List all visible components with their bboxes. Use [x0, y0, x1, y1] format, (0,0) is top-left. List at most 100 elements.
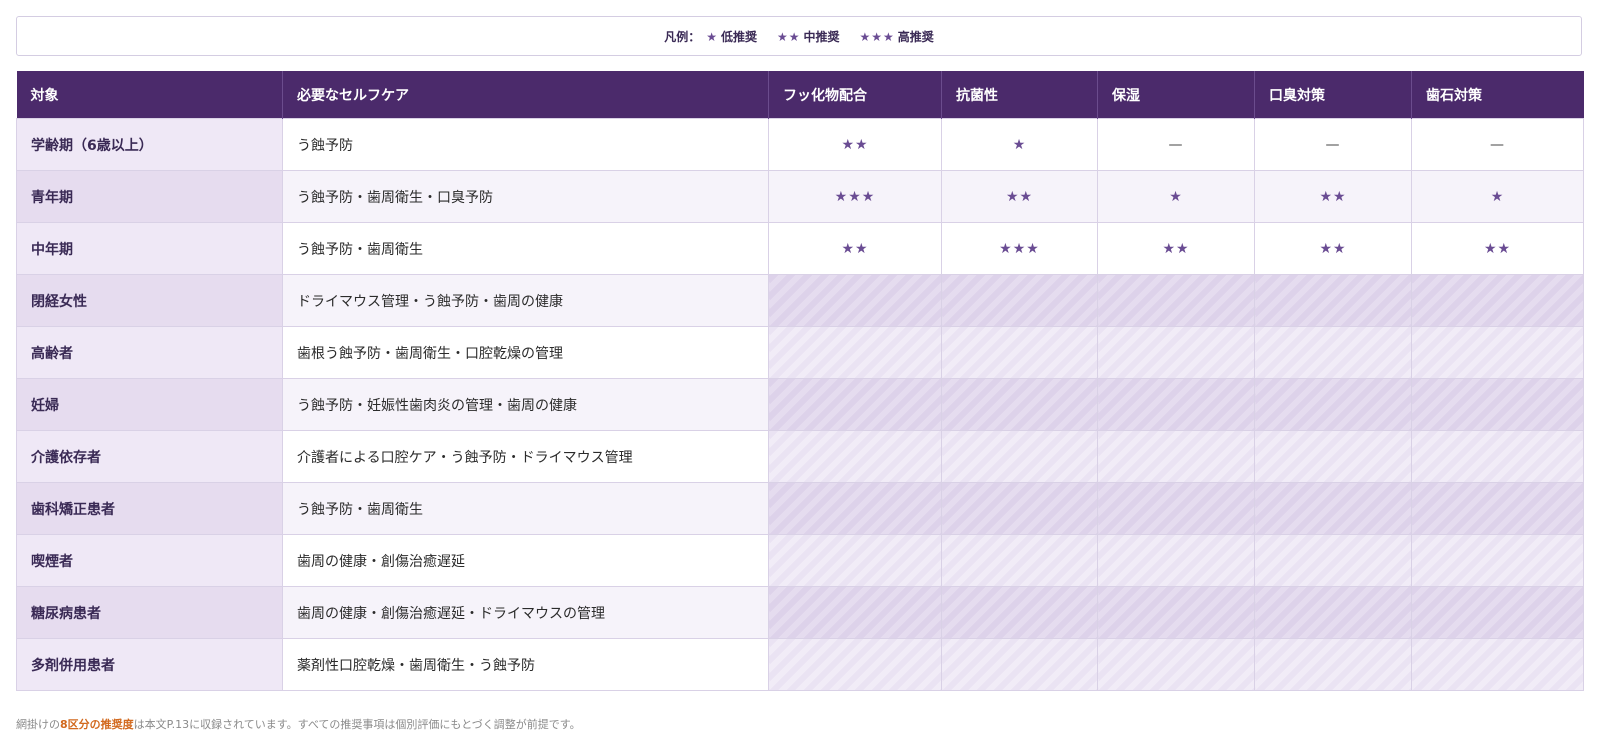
hatched-cell	[1097, 534, 1255, 587]
row-target: 青年期	[16, 170, 283, 223]
hatched-cell	[1097, 482, 1255, 535]
header-target: 対象	[16, 71, 283, 119]
row-target: 中年期	[16, 222, 283, 275]
table-row: 喫煙者 歯周の健康・創傷治癒遅延	[16, 534, 1584, 587]
row-care: 薬剤性口腔乾燥・歯周衛生・う蝕予防	[282, 638, 769, 691]
row-target: 学齢期（6歳以上）	[16, 118, 283, 171]
hatched-cell	[1097, 326, 1255, 379]
hatched-cell	[1411, 638, 1584, 691]
row-care: う蝕予防	[282, 118, 769, 171]
rating-stars: ★★	[1097, 222, 1255, 275]
table-row: 高齢者 歯根う蝕予防・歯周衛生・口腔乾燥の管理	[16, 326, 1584, 379]
hatched-cell	[1254, 534, 1412, 587]
star-icon: ★★	[776, 29, 801, 44]
row-target: 糖尿病患者	[16, 586, 283, 639]
rating-stars: ★★	[1254, 222, 1412, 275]
legend-item-low: ★ 低推奨	[706, 28, 757, 45]
row-target: 高齢者	[16, 326, 283, 379]
legend-item-high: ★★★ 高推奨	[860, 28, 934, 45]
row-care: 歯周の健康・創傷治癒遅延	[282, 534, 769, 587]
row-target: 歯科矯正患者	[16, 482, 283, 535]
recommendation-table: 対象 必要なセルフケア フッ化物配合 抗菌性 保湿 口臭対策 歯石対策 学齢期（…	[16, 71, 1584, 691]
table-row: 青年期 う蝕予防・歯周衛生・口臭予防 ★★★ ★★ ★ ★★ ★	[16, 170, 1584, 223]
row-care: 歯周の健康・創傷治癒遅延・ドライマウスの管理	[282, 586, 769, 639]
rating-stars: ★	[1097, 170, 1255, 223]
row-care: う蝕予防・歯周衛生・口臭予防	[282, 170, 769, 223]
table-row: 糖尿病患者 歯周の健康・創傷治癒遅延・ドライマウスの管理	[16, 586, 1584, 639]
row-target: 妊婦	[16, 378, 283, 431]
footnote-before: 網掛けの	[16, 718, 60, 731]
hatched-cell	[1097, 378, 1255, 431]
row-target: 喫煙者	[16, 534, 283, 587]
rating-none: —	[1097, 118, 1255, 171]
footnote: 網掛けの8区分の推奨度は本文P.13に収録されています。すべての推奨事項は個別評…	[16, 716, 581, 732]
hatched-cell	[941, 274, 1098, 327]
table-row: 妊婦 う蝕予防・妊娠性歯肉炎の管理・歯周の健康	[16, 378, 1584, 431]
hatched-cell	[941, 534, 1098, 587]
table-row: 多剤併用患者 薬剤性口腔乾燥・歯周衛生・う蝕予防	[16, 638, 1584, 691]
rating-stars: ★	[1411, 170, 1584, 223]
star-icon: ★	[706, 29, 718, 44]
rating-stars: ★★	[1254, 170, 1412, 223]
row-care: 歯根う蝕予防・歯周衛生・口腔乾燥の管理	[282, 326, 769, 379]
row-care: 介護者による口腔ケア・う蝕予防・ドライマウス管理	[282, 430, 769, 483]
legend-label: 低推奨	[720, 29, 757, 44]
row-target: 閉経女性	[16, 274, 283, 327]
hatched-cell	[941, 378, 1098, 431]
header-tartar: 歯石対策	[1411, 71, 1584, 119]
hatched-cell	[1411, 378, 1584, 431]
header-breath: 口臭対策	[1254, 71, 1412, 119]
rating-none: —	[1411, 118, 1584, 171]
hatched-cell	[941, 638, 1098, 691]
hatched-cell	[768, 378, 942, 431]
hatched-cell	[768, 482, 942, 535]
header-moisture: 保湿	[1097, 71, 1255, 119]
hatched-cell	[768, 430, 942, 483]
header-care: 必要なセルフケア	[282, 71, 769, 119]
hatched-cell	[941, 586, 1098, 639]
hatched-cell	[941, 430, 1098, 483]
table-row: 歯科矯正患者 う蝕予防・歯周衛生	[16, 482, 1584, 535]
hatched-cell	[768, 586, 942, 639]
legend-label: 高推奨	[897, 29, 934, 44]
hatched-cell	[1411, 586, 1584, 639]
hatched-cell	[1411, 534, 1584, 587]
table-row: 介護依存者 介護者による口腔ケア・う蝕予防・ドライマウス管理	[16, 430, 1584, 483]
rating-stars: ★★★	[941, 222, 1098, 275]
hatched-cell	[1097, 274, 1255, 327]
hatched-cell	[768, 638, 942, 691]
table-row: 閉経女性 ドライマウス管理・う蝕予防・歯周の健康	[16, 274, 1584, 327]
row-target: 多剤併用患者	[16, 638, 283, 691]
header-fluoride: フッ化物配合	[768, 71, 942, 119]
hatched-cell	[768, 326, 942, 379]
hatched-cell	[1097, 586, 1255, 639]
hatched-cell	[1097, 638, 1255, 691]
hatched-cell	[768, 274, 942, 327]
row-care: ドライマウス管理・う蝕予防・歯周の健康	[282, 274, 769, 327]
rating-stars: ★★	[1411, 222, 1584, 275]
table-row: 学齢期（6歳以上） う蝕予防 ★★ ★ — — —	[16, 118, 1584, 171]
row-care: う蝕予防・歯周衛生	[282, 222, 769, 275]
rating-stars: ★★	[768, 222, 942, 275]
row-target: 介護依存者	[16, 430, 283, 483]
hatched-cell	[1254, 482, 1412, 535]
hatched-cell	[1411, 274, 1584, 327]
star-icon: ★★★	[859, 29, 895, 44]
hatched-cell	[1254, 378, 1412, 431]
row-care: う蝕予防・妊娠性歯肉炎の管理・歯周の健康	[282, 378, 769, 431]
legend-box: 凡例： ★ 低推奨 ★★ 中推奨 ★★★ 高推奨	[16, 16, 1582, 56]
legend-label: 中推奨	[803, 29, 840, 44]
rating-stars: ★★	[941, 170, 1098, 223]
hatched-cell	[1254, 638, 1412, 691]
rating-stars: ★★★	[768, 170, 942, 223]
hatched-cell	[1254, 274, 1412, 327]
header-antibacterial: 抗菌性	[941, 71, 1098, 119]
footnote-after: は本文P.13に収録されています。すべての推奨事項は個別評価にもとづく調整が前提…	[133, 718, 581, 731]
hatched-cell	[1097, 430, 1255, 483]
hatched-cell	[941, 482, 1098, 535]
hatched-cell	[1411, 430, 1584, 483]
footnote-highlight: 8区分の推奨度	[60, 718, 134, 731]
table-row: 中年期 う蝕予防・歯周衛生 ★★ ★★★ ★★ ★★ ★★	[16, 222, 1584, 275]
hatched-cell	[1254, 430, 1412, 483]
hatched-cell	[941, 326, 1098, 379]
